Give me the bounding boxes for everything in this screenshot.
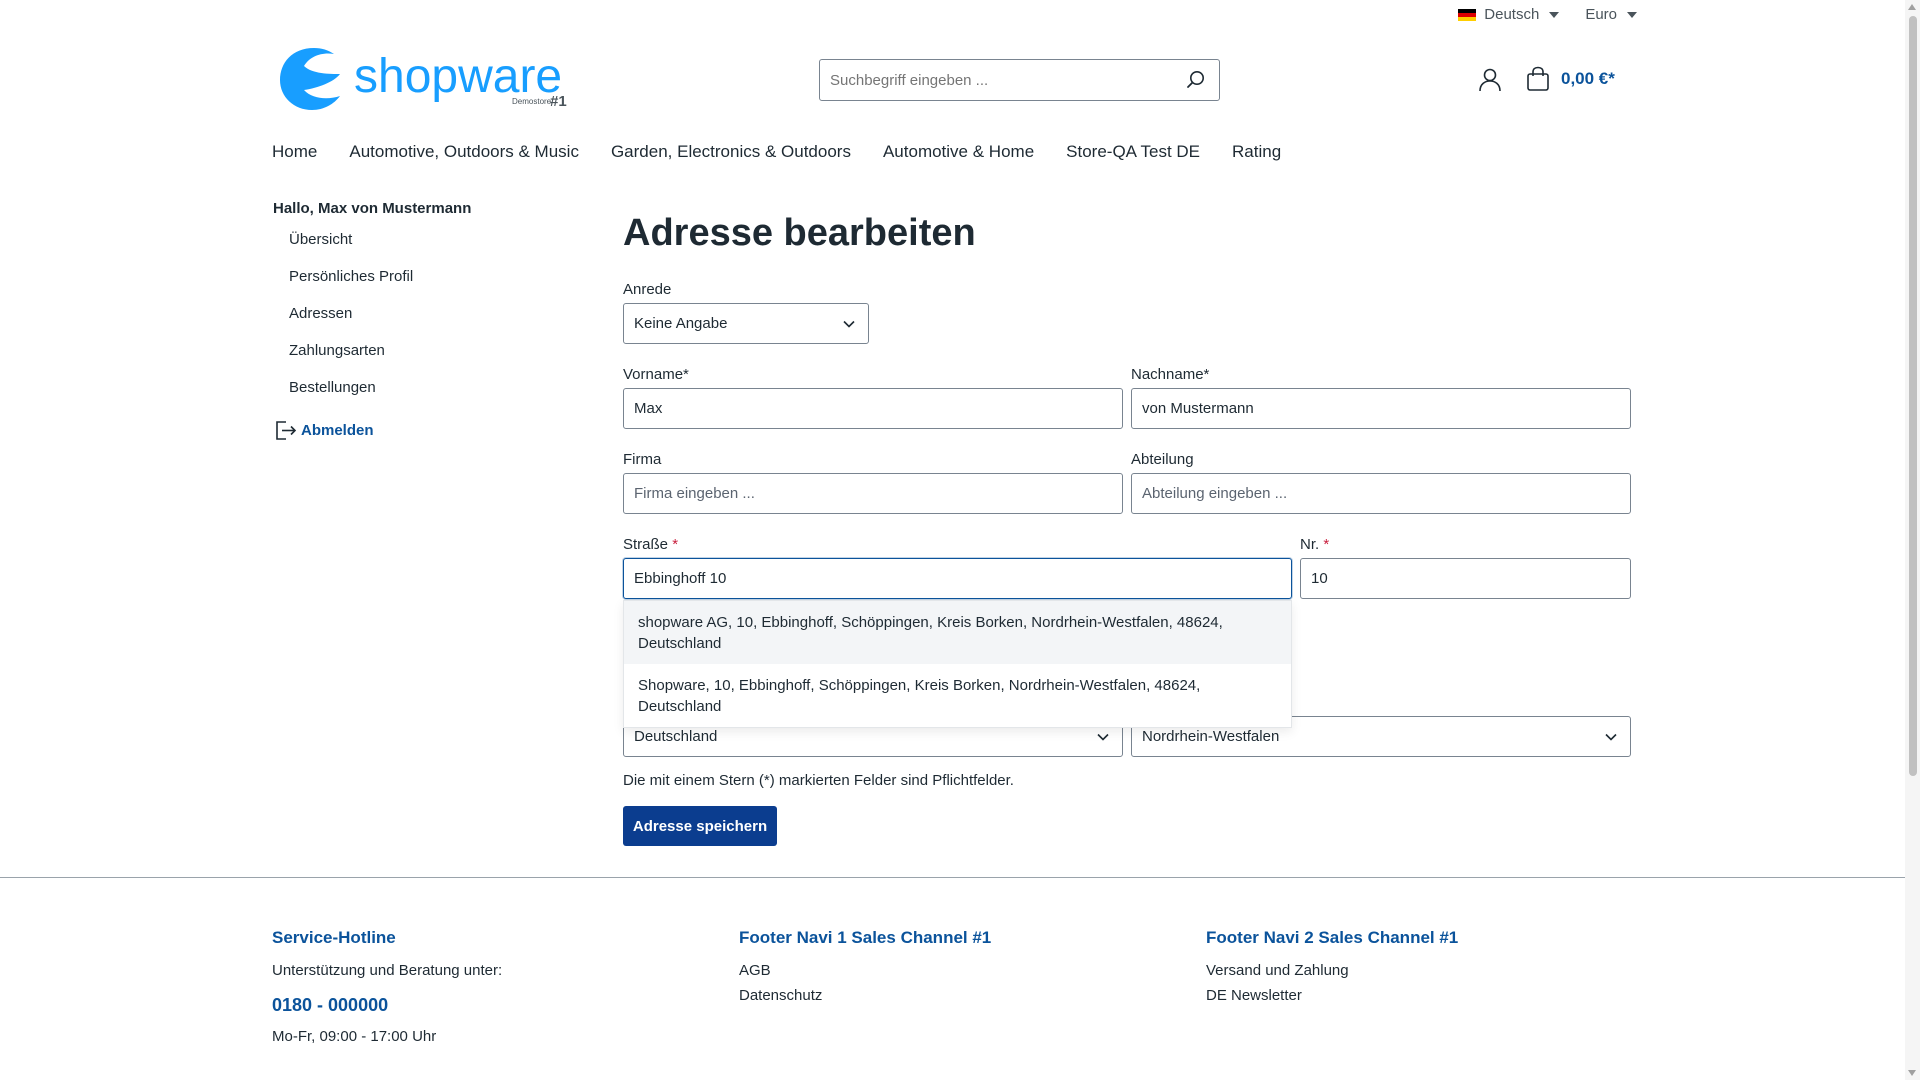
footer-phone[interactable]: 0180 - 000000 bbox=[272, 995, 502, 1016]
shopware-logo[interactable]: shopware Demostore #1 bbox=[278, 44, 568, 112]
company-input[interactable] bbox=[624, 474, 1122, 513]
lastname-label: Nachname* bbox=[1131, 366, 1210, 383]
cart-button[interactable]: 0,00 €* bbox=[1525, 66, 1615, 92]
firstname-label: Vorname* bbox=[623, 366, 689, 383]
cart-total: 0,00 €* bbox=[1561, 69, 1615, 88]
shopware-logo-icon bbox=[280, 48, 340, 110]
company-field bbox=[623, 473, 1123, 514]
footer-nav-1-title: Footer Navi 1 Sales Channel #1 bbox=[739, 928, 992, 947]
nav-item-store-qa-test[interactable]: Store-QA Test DE bbox=[1066, 142, 1200, 162]
salutation-select[interactable]: Keine Angabe bbox=[623, 303, 869, 344]
firstname-input[interactable] bbox=[624, 389, 1122, 428]
footer-divider bbox=[0, 877, 1905, 878]
footer-hours: Mo-Fr, 09:00 - 17:00 Uhr bbox=[272, 1028, 437, 1045]
currency-switcher[interactable]: Euro bbox=[1585, 6, 1637, 23]
sidebar-item-addresses[interactable]: Adressen bbox=[273, 303, 573, 340]
suggestion-line: Shopware, 10, Ebbinghoff, Schöppingen, K… bbox=[638, 677, 1201, 694]
search-button[interactable] bbox=[1173, 60, 1219, 100]
footer-link-shipping[interactable]: Versand und Zahlung bbox=[1206, 958, 1458, 983]
address-suggestions: shopware AG, 10, Ebbinghoff, Schöppingen… bbox=[623, 600, 1292, 728]
department-field bbox=[1131, 473, 1631, 514]
department-input[interactable] bbox=[1132, 474, 1630, 513]
logo-subtext: Demostore bbox=[512, 97, 552, 106]
caret-down-icon bbox=[1549, 11, 1560, 18]
salutation-value: Keine Angabe bbox=[634, 315, 728, 332]
nav-item-garden-electronics-outdoors[interactable]: Garden, Electronics & Outdoors bbox=[611, 142, 851, 162]
street-input[interactable] bbox=[624, 559, 1291, 598]
number-label: Nr. * bbox=[1300, 536, 1330, 553]
shopping-bag-icon bbox=[1527, 66, 1549, 91]
suggestion-item[interactable]: shopware AG, 10, Ebbinghoff, Schöppingen… bbox=[624, 601, 1291, 664]
footer-link-agb[interactable]: AGB bbox=[739, 958, 991, 983]
page-title: Adresse bearbeiten bbox=[623, 212, 976, 254]
sidebar-item-profile[interactable]: Persönliches Profil bbox=[273, 266, 573, 303]
salutation-label: Anrede bbox=[623, 281, 672, 298]
footer-nav-2-title: Footer Navi 2 Sales Channel #1 bbox=[1206, 928, 1459, 947]
footer-hotline-title: Service-Hotline bbox=[272, 928, 396, 947]
sidebar-item-overview[interactable]: Übersicht bbox=[273, 229, 573, 266]
country-value: Deutschland bbox=[634, 728, 718, 745]
scroll-down-icon[interactable] bbox=[1908, 1070, 1916, 1076]
language-label: Deutsch bbox=[1484, 6, 1540, 23]
page-scrollbar[interactable] bbox=[1905, 0, 1920, 1080]
street-label: Straße * bbox=[623, 536, 679, 553]
nav-item-automotive-home[interactable]: Automotive & Home bbox=[883, 142, 1034, 162]
search-box bbox=[819, 59, 1220, 101]
account-sidebar: Hallo, Max von Mustermann Übersicht Pers… bbox=[273, 200, 573, 442]
required-fields-hint: Die mit einem Stern (*) markierten Felde… bbox=[623, 772, 1014, 789]
footer-link-newsletter[interactable]: DE Newsletter bbox=[1206, 983, 1458, 1008]
caret-down-icon bbox=[1627, 11, 1637, 18]
account-greeting: Hallo, Max von Mustermann bbox=[273, 200, 472, 217]
main-navigation: Home Automotive, Outdoors & Music Garden… bbox=[272, 142, 1281, 162]
state-value: Nordrhein-Westfalen bbox=[1142, 728, 1280, 745]
suggestion-line: Deutschland bbox=[638, 635, 722, 652]
chevron-down-icon bbox=[843, 320, 855, 328]
sidebar-item-payment-methods[interactable]: Zahlungsarten bbox=[273, 340, 573, 377]
search-icon bbox=[1187, 71, 1204, 88]
account-button[interactable] bbox=[1477, 67, 1503, 93]
language-switcher[interactable]: Deutsch bbox=[1458, 6, 1560, 23]
company-label: Firma bbox=[623, 451, 662, 468]
suggestion-line: shopware AG, 10, Ebbinghoff, Schöppingen… bbox=[638, 614, 1223, 631]
street-field bbox=[623, 558, 1292, 599]
nav-item-home[interactable]: Home bbox=[272, 142, 317, 162]
lastname-input[interactable] bbox=[1132, 389, 1630, 428]
suggestion-item[interactable]: Shopware, 10, Ebbinghoff, Schöppingen, K… bbox=[624, 664, 1291, 727]
save-address-button[interactable]: Adresse speichern bbox=[623, 806, 777, 846]
currency-label: Euro bbox=[1585, 6, 1617, 23]
chevron-down-icon bbox=[1605, 733, 1617, 741]
account-menu: Übersicht Persönliches Profil Adressen Z… bbox=[273, 229, 573, 414]
search-input[interactable] bbox=[820, 60, 1173, 100]
firstname-field bbox=[623, 388, 1123, 429]
footer-link-privacy[interactable]: Datenschutz bbox=[739, 983, 991, 1008]
topbar: Deutsch Euro bbox=[1458, 6, 1637, 23]
logout-icon bbox=[276, 421, 297, 440]
nav-item-automotive-outdoors-music[interactable]: Automotive, Outdoors & Music bbox=[349, 142, 579, 162]
suggestion-line: Deutschland bbox=[638, 698, 722, 715]
logo-number: #1 bbox=[550, 93, 567, 110]
lastname-field bbox=[1131, 388, 1631, 429]
sidebar-item-orders[interactable]: Bestellungen bbox=[273, 377, 573, 414]
logout-link[interactable]: Abmelden bbox=[273, 418, 573, 442]
footer-hotline-text: Unterstützung und Beratung unter: bbox=[272, 962, 503, 979]
nav-item-rating[interactable]: Rating bbox=[1232, 142, 1281, 162]
number-input[interactable] bbox=[1301, 559, 1630, 598]
footer-nav-1: Footer Navi 1 Sales Channel #1 AGB Daten… bbox=[739, 928, 991, 1008]
chevron-down-icon bbox=[1097, 733, 1109, 741]
department-label: Abteilung bbox=[1131, 451, 1194, 468]
scrollbar-thumb[interactable] bbox=[1909, 16, 1917, 776]
scroll-up-icon[interactable] bbox=[1908, 4, 1916, 10]
logout-label: Abmelden bbox=[301, 421, 374, 439]
user-icon bbox=[1479, 68, 1501, 92]
required-mark: * bbox=[672, 536, 679, 553]
required-mark: * bbox=[1323, 536, 1330, 553]
footer-nav-2: Footer Navi 2 Sales Channel #1 Versand u… bbox=[1206, 928, 1458, 1008]
german-flag-icon bbox=[1458, 8, 1477, 21]
number-field bbox=[1300, 558, 1631, 599]
footer-hotline: Service-Hotline Unterstützung und Beratu… bbox=[272, 928, 502, 1049]
logo-text: shopware bbox=[354, 50, 562, 103]
